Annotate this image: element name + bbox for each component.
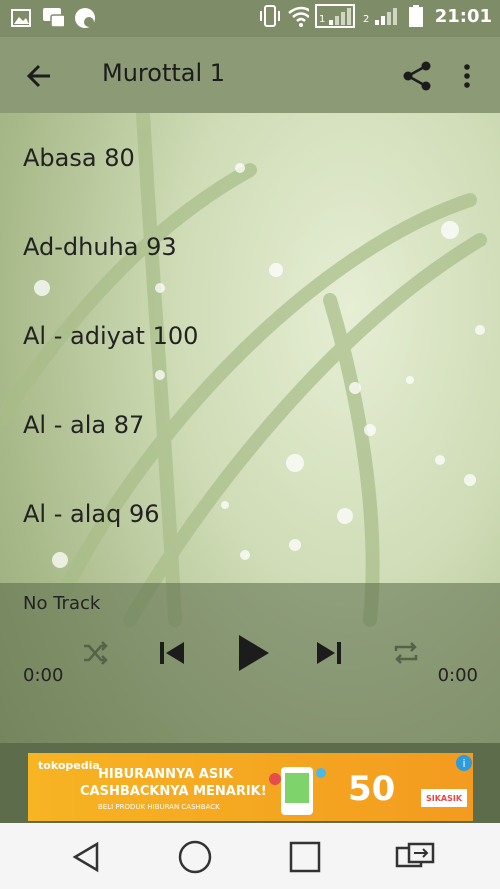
nav-back-icon[interactable]	[66, 837, 106, 877]
previous-icon[interactable]	[156, 638, 188, 668]
track-label: Abasa 80	[23, 143, 135, 172]
shuffle-icon[interactable]	[80, 638, 110, 668]
status-bar: 1 2 21:01	[0, 0, 500, 37]
player-panel: No Track 0:00 0:00	[0, 583, 500, 743]
chat-icon	[42, 6, 64, 30]
time-elapsed: 0:00	[23, 665, 64, 686]
list-item[interactable]: Al - alaq 96	[0, 469, 500, 558]
ad-line-1: HIBURANNYA ASIK	[98, 767, 234, 782]
battery-icon	[407, 4, 425, 28]
app-toolbar: Murottal 1	[0, 37, 500, 113]
svg-text:2: 2	[363, 14, 369, 25]
ad-cta-button[interactable]: SIKASIK	[421, 789, 467, 807]
track-label: Al - ala 87	[23, 410, 145, 439]
ad-cashback-amount: 50	[348, 769, 396, 809]
status-time: 21:01	[434, 5, 492, 27]
repeat-icon[interactable]	[390, 638, 422, 668]
track-label: Al - alaq 96	[23, 499, 160, 528]
track-label: Ad-dhuha 93	[23, 232, 177, 261]
ad-banner[interactable]: tokopedia HIBURANNYA ASIK CASHBACKNYA ME…	[28, 753, 473, 821]
wifi-icon	[287, 4, 309, 28]
list-item[interactable]: Abasa 80	[0, 113, 500, 202]
page-title: Murottal 1	[102, 59, 226, 87]
signal-2-icon: 2	[361, 4, 401, 28]
vibrate-icon	[259, 4, 281, 28]
track-label: Al - adiyat 100	[23, 321, 199, 350]
next-icon[interactable]	[313, 638, 345, 668]
now-playing-track: No Track	[23, 593, 101, 614]
system-nav-bar	[0, 823, 500, 889]
app-icon	[74, 6, 96, 30]
track-list: Abasa 80 Ad-dhuha 93 Al - adiyat 100 Al …	[0, 113, 500, 583]
nav-home-icon[interactable]	[175, 837, 215, 877]
ad-line-2: CASHBACKNYA MENARIK!	[80, 784, 267, 799]
list-item[interactable]: Al - ala 87	[0, 380, 500, 469]
back-arrow-icon[interactable]	[22, 59, 56, 93]
time-total: 0:00	[437, 665, 478, 686]
play-icon[interactable]	[232, 630, 274, 676]
ad-phone-illustration	[269, 767, 326, 815]
list-item[interactable]: Al - adiyat 100	[0, 291, 500, 380]
svg-text:1: 1	[319, 14, 325, 25]
signal-1-icon: 1	[314, 4, 355, 28]
more-vert-icon[interactable]	[452, 59, 482, 93]
nav-recents-icon[interactable]	[285, 837, 325, 877]
nav-switch-icon[interactable]	[395, 837, 435, 877]
share-icon[interactable]	[400, 59, 434, 93]
list-item[interactable]: Ad-dhuha 93	[0, 202, 500, 291]
ad-info-icon[interactable]: i	[456, 755, 472, 771]
image-icon	[10, 6, 32, 30]
ad-brand: tokopedia	[38, 759, 100, 772]
ad-line-3: BELI PRODUK HIBURAN CASHBACK	[98, 803, 220, 811]
